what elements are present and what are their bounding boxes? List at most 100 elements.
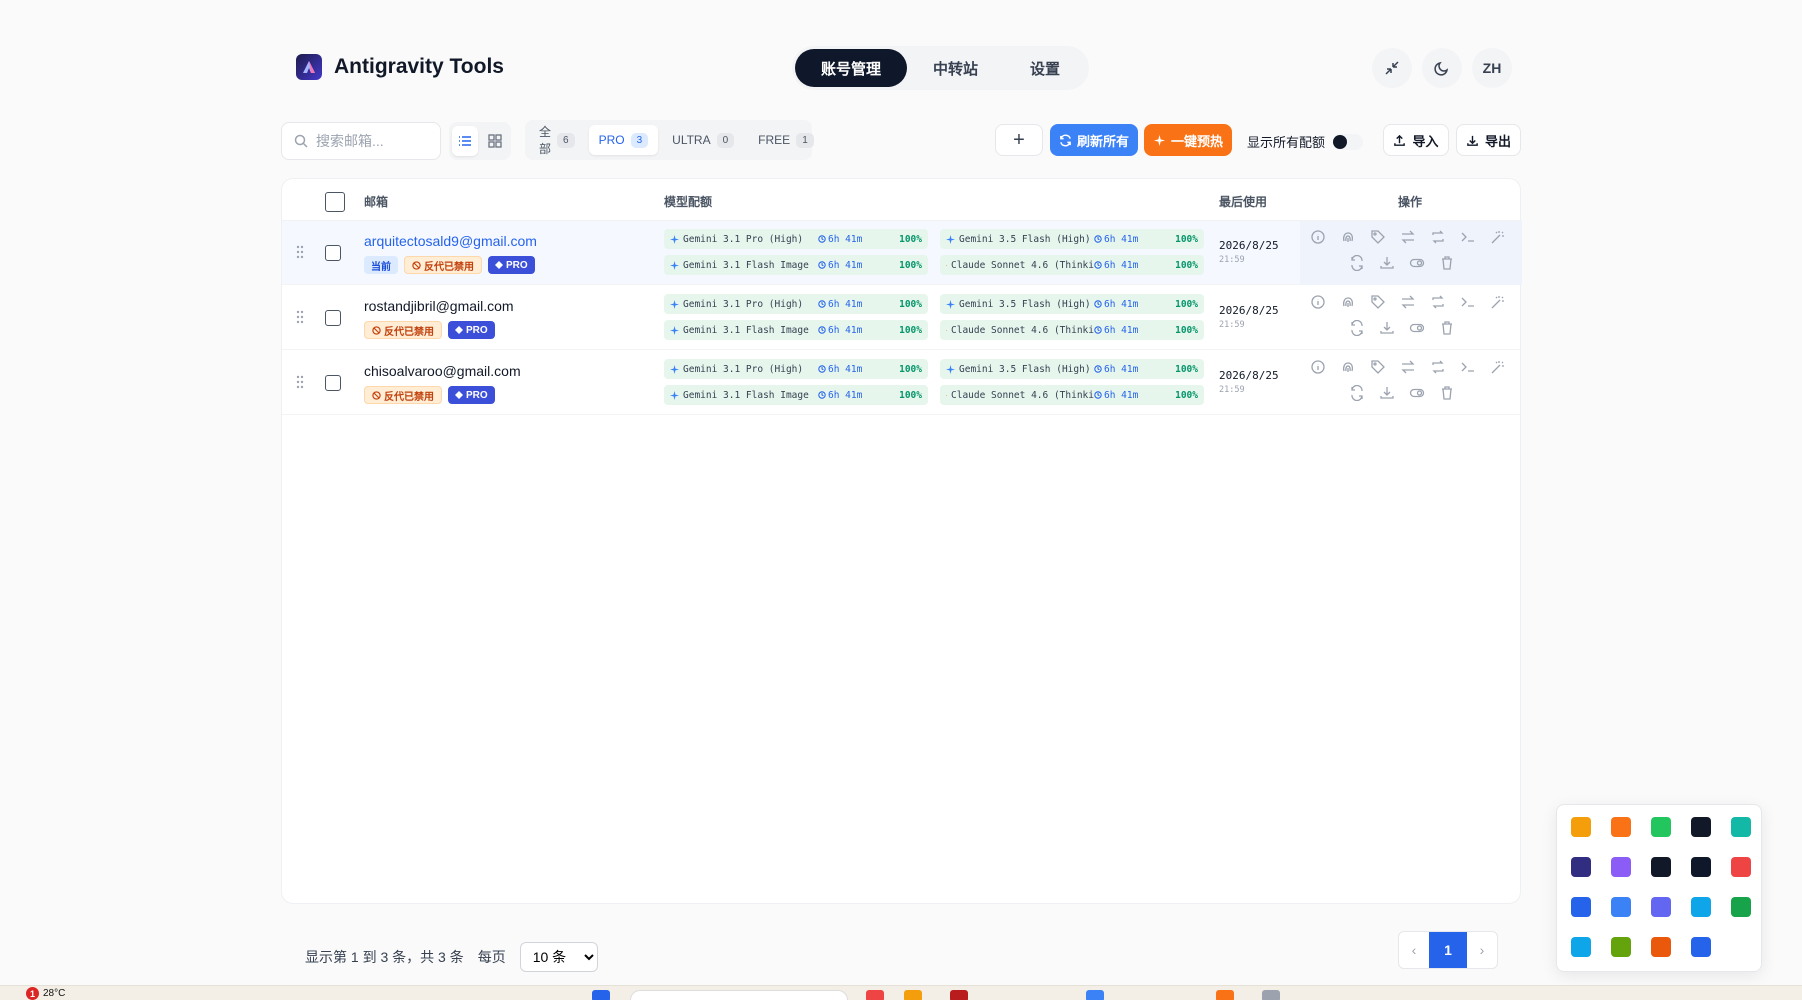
actions-top — [1310, 359, 1506, 375]
gemini-icon — [670, 364, 679, 374]
show-all-quota: 显示所有配额 — [1247, 132, 1364, 151]
filter-ultra[interactable]: ULTRA 0 — [662, 125, 744, 155]
tray-app-icon[interactable] — [1691, 817, 1711, 837]
page-button[interactable]: 1 — [1429, 932, 1467, 968]
switch-icon[interactable] — [1400, 359, 1416, 375]
tray-app-icon[interactable] — [1611, 937, 1631, 957]
terminal-icon[interactable] — [1460, 359, 1476, 375]
search-input[interactable] — [316, 133, 426, 149]
refresh-icon[interactable] — [1349, 385, 1365, 401]
terminal-icon[interactable] — [1460, 294, 1476, 310]
show-all-quota-toggle[interactable] — [1333, 133, 1364, 150]
toggle-icon[interactable] — [1409, 320, 1425, 336]
select-all-checkbox[interactable] — [325, 192, 345, 212]
refresh-icon[interactable] — [1349, 320, 1365, 336]
tab-accounts[interactable]: 账号管理 — [795, 49, 908, 87]
warmup-button[interactable]: 一键预热 — [1144, 124, 1232, 156]
table-row[interactable]: arquitectosald9@gmail.com 当前 反代已禁用 PRO Gem… — [282, 221, 1522, 285]
repeat-icon[interactable] — [1430, 229, 1446, 245]
info-icon[interactable] — [1310, 294, 1326, 310]
refresh-icon[interactable] — [1349, 255, 1365, 271]
theme-toggle-button[interactable] — [1422, 48, 1462, 88]
tray-app-icon[interactable] — [1651, 857, 1671, 877]
tray-app-icon[interactable] — [1571, 857, 1591, 877]
quota-reset: 6h 41m — [818, 234, 878, 245]
prev-page-button[interactable]: ‹ — [1399, 932, 1429, 968]
tray-app-icon[interactable] — [1571, 817, 1591, 837]
next-page-button[interactable]: › — [1467, 932, 1497, 968]
switch-icon[interactable] — [1400, 229, 1416, 245]
tray-app-icon[interactable] — [1651, 937, 1671, 957]
per-page-select[interactable]: 10 条 — [519, 942, 598, 972]
list-view-button[interactable] — [452, 126, 478, 156]
taskbar-app-icon[interactable] — [866, 990, 884, 1000]
fingerprint-icon[interactable] — [1340, 229, 1356, 245]
trash-icon[interactable] — [1439, 320, 1455, 336]
taskbar-app-icon[interactable] — [904, 990, 922, 1000]
tray-app-icon[interactable] — [1611, 817, 1631, 837]
row-checkbox[interactable] — [325, 245, 341, 261]
tray-app-icon[interactable] — [1571, 897, 1591, 917]
tray-app-icon[interactable] — [1571, 937, 1591, 957]
info-icon[interactable] — [1310, 229, 1326, 245]
minimize-button[interactable] — [1372, 48, 1412, 88]
drag-handle-icon[interactable] — [296, 245, 304, 259]
export-button[interactable]: 导出 — [1456, 124, 1521, 156]
tray-app-icon[interactable] — [1651, 897, 1671, 917]
toggle-icon[interactable] — [1409, 385, 1425, 401]
magic-wand-icon[interactable] — [1490, 229, 1506, 245]
import-button[interactable]: 导入 — [1383, 124, 1449, 156]
repeat-icon[interactable] — [1430, 359, 1446, 375]
add-account-button[interactable]: + — [995, 124, 1043, 156]
tray-app-icon[interactable] — [1691, 897, 1711, 917]
refresh-all-button[interactable]: 刷新所有 — [1050, 124, 1138, 156]
taskbar-app-icon[interactable] — [1086, 990, 1104, 1000]
tray-app-icon[interactable] — [1611, 857, 1631, 877]
drag-handle-icon[interactable] — [296, 375, 304, 389]
trash-icon[interactable] — [1439, 255, 1455, 271]
tray-app-icon[interactable] — [1651, 817, 1671, 837]
language-button[interactable]: ZH — [1472, 48, 1512, 88]
tray-app-icon[interactable] — [1731, 817, 1751, 837]
trash-icon[interactable] — [1439, 385, 1455, 401]
taskbar-app-icon[interactable] — [950, 990, 968, 1000]
switch-icon[interactable] — [1400, 294, 1416, 310]
download-icon[interactable] — [1379, 385, 1395, 401]
filter-free[interactable]: FREE 1 — [748, 125, 824, 155]
taskbar-search[interactable] — [630, 990, 848, 1000]
tray-app-icon[interactable] — [1731, 857, 1751, 877]
taskbar-app-icon[interactable] — [1262, 990, 1280, 1000]
tray-app-icon[interactable] — [1731, 897, 1751, 917]
table-row[interactable]: rostandjibril@gmail.com 反代已禁用 PRO Gemini … — [282, 286, 1520, 350]
toggle-icon[interactable] — [1409, 255, 1425, 271]
terminal-icon[interactable] — [1460, 229, 1476, 245]
tray-app-icon[interactable] — [1611, 897, 1631, 917]
row-checkbox[interactable] — [325, 310, 341, 326]
table-row[interactable]: chisoalvaroo@gmail.com 反代已禁用 PRO Gemini 3… — [282, 351, 1520, 415]
tray-app-icon[interactable] — [1691, 937, 1711, 957]
tag-icon[interactable] — [1370, 359, 1386, 375]
row-checkbox[interactable] — [325, 375, 341, 391]
tag-icon[interactable] — [1370, 229, 1386, 245]
fingerprint-icon[interactable] — [1340, 294, 1356, 310]
taskbar-app-icon[interactable] — [1216, 990, 1234, 1000]
app-header: Antigravity Tools 账号管理 中转站 设置 ZH — [0, 0, 1802, 110]
filter-all[interactable]: 全部 6 — [529, 125, 585, 156]
magic-wand-icon[interactable] — [1490, 359, 1506, 375]
fingerprint-icon[interactable] — [1340, 359, 1356, 375]
tray-app-icon[interactable] — [1691, 857, 1711, 877]
tab-relay[interactable]: 中转站 — [907, 49, 1004, 87]
weather-widget[interactable]: 1 28°C — [26, 987, 65, 1000]
tag-icon[interactable] — [1370, 294, 1386, 310]
repeat-icon[interactable] — [1430, 294, 1446, 310]
download-icon[interactable] — [1379, 255, 1395, 271]
start-icon[interactable] — [592, 990, 610, 1000]
drag-handle-icon[interactable] — [296, 310, 304, 324]
info-icon[interactable] — [1310, 359, 1326, 375]
quota-model-name: Gemini 3.5 Flash (High) — [959, 363, 1091, 375]
grid-view-button[interactable] — [482, 126, 508, 156]
download-icon[interactable] — [1379, 320, 1395, 336]
magic-wand-icon[interactable] — [1490, 294, 1506, 310]
tab-settings[interactable]: 设置 — [1004, 49, 1086, 87]
filter-pro[interactable]: PRO 3 — [588, 125, 659, 155]
